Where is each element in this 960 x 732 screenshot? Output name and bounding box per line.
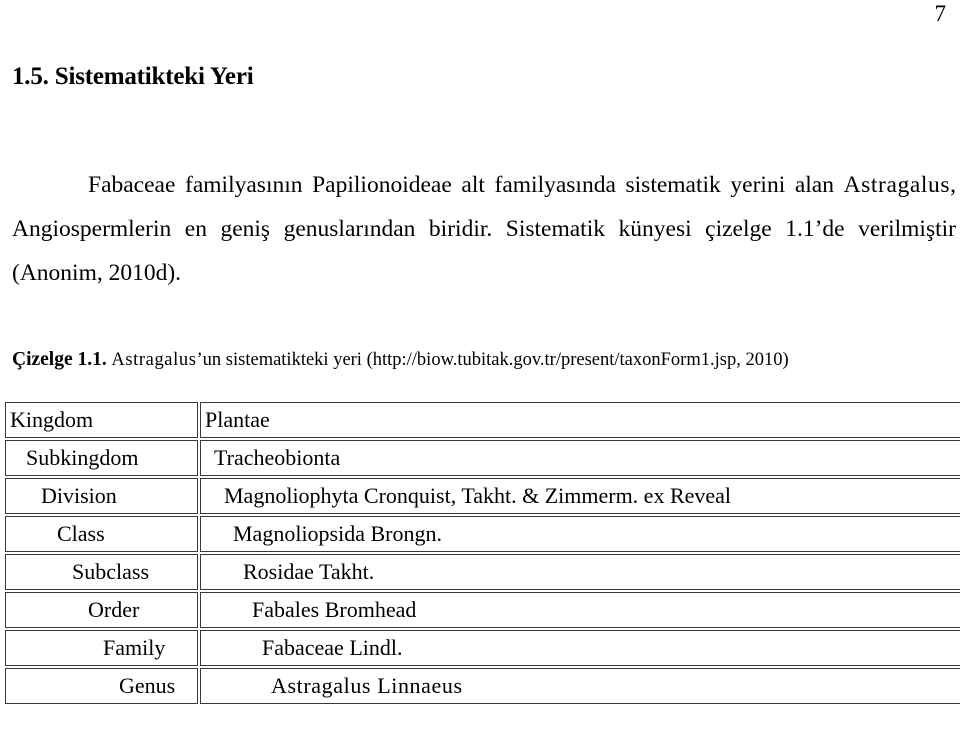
taxonomy-name-label: Astragalus Linnaeus: [271, 673, 463, 698]
taxonomy-rank-cell: Subkingdom: [5, 440, 198, 476]
taxonomy-name-cell: Fabaceae Lindl.: [200, 630, 960, 666]
taxonomy-name-cell: Magnoliopsida Brongn.: [200, 516, 960, 552]
taxonomy-name-cell: Magnoliophyta Cronquist, Takht. & Zimmer…: [200, 478, 960, 514]
taxonomy-rank-cell: Family: [5, 630, 198, 666]
taxonomy-rank-cell: Kingdom: [5, 402, 198, 438]
taxonomy-rank-label: Class: [57, 521, 105, 546]
taxonomy-rank-label: Subkingdom: [26, 445, 139, 470]
table-row: Order Fabales Bromhead: [5, 592, 960, 628]
table-row: Family Fabaceae Lindl.: [5, 630, 960, 666]
taxonomy-name-label: Tracheobionta: [214, 445, 341, 470]
table-row: Genus Astragalus Linnaeus: [5, 668, 960, 704]
taxonomy-name-cell: Tracheobionta: [200, 440, 960, 476]
table-row: Division Magnoliophyta Cronquist, Takht. …: [5, 478, 960, 514]
paragraph-text-part1: Fabaceae familyasının Papilionoideae alt…: [88, 172, 844, 198]
taxonomy-table-container: Kingdom Plantae Subkingdom Tracheobionta Div…: [3, 400, 960, 706]
taxonomy-rank-label: Order: [88, 597, 140, 622]
taxonomy-table: Kingdom Plantae Subkingdom Tracheobionta Div…: [3, 400, 960, 706]
taxonomy-name-label: Magnoliopsida Brongn.: [233, 521, 442, 546]
taxonomy-rank-label: Subclass: [72, 559, 149, 584]
taxonomy-name-cell: Plantae: [200, 402, 960, 438]
caption-description: ’un sistematikteki yeri (http://biow.tub…: [196, 350, 789, 370]
section-heading: 1.5. Sistematikteki Yeri: [12, 63, 254, 90]
taxonomy-rank-cell: Genus: [5, 668, 198, 704]
table-row: Class Magnoliopsida Brongn.: [5, 516, 960, 552]
taxonomy-name-cell: Rosidae Takht.: [200, 554, 960, 590]
paragraph-genus-name: Astragalus: [843, 172, 951, 198]
taxonomy-name-label: Fabales Bromhead: [252, 597, 417, 622]
page-number: 7: [934, 1, 947, 26]
taxonomy-rank-label: Division: [41, 483, 117, 508]
taxonomy-rank-label: Family: [103, 635, 166, 660]
taxonomy-rank-cell: Subclass: [5, 554, 198, 590]
taxonomy-name-label: Plantae: [205, 407, 270, 432]
taxonomy-rank-cell: Class: [5, 516, 198, 552]
body-paragraph: Fabaceae familyasının Papilionoideae alt…: [12, 163, 956, 295]
taxonomy-name-label: Magnoliophyta Cronquist, Takht. & Zimmer…: [224, 483, 732, 508]
taxonomy-table-body: Kingdom Plantae Subkingdom Tracheobionta Div…: [5, 402, 960, 704]
taxonomy-name-label: Rosidae Takht.: [243, 559, 375, 584]
taxonomy-rank-label: Kingdom: [10, 407, 94, 432]
taxonomy-rank-label: Genus: [119, 673, 176, 698]
taxonomy-rank-cell: Order: [5, 592, 198, 628]
taxonomy-name-label: Fabaceae Lindl.: [262, 635, 403, 660]
table-caption: Çizelge 1.1. Astragalus’un sistematiktek…: [12, 349, 956, 371]
taxonomy-name-cell: Astragalus Linnaeus: [200, 668, 960, 704]
table-row: Kingdom Plantae: [5, 402, 960, 438]
taxonomy-name-cell: Fabales Bromhead: [200, 592, 960, 628]
table-row: Subkingdom Tracheobionta: [5, 440, 960, 476]
caption-genus-name: Astragalus: [111, 350, 197, 370]
table-row: Subclass Rosidae Takht.: [5, 554, 960, 590]
caption-label: Çizelge 1.1.: [12, 349, 107, 370]
taxonomy-rank-cell: Division: [5, 478, 198, 514]
